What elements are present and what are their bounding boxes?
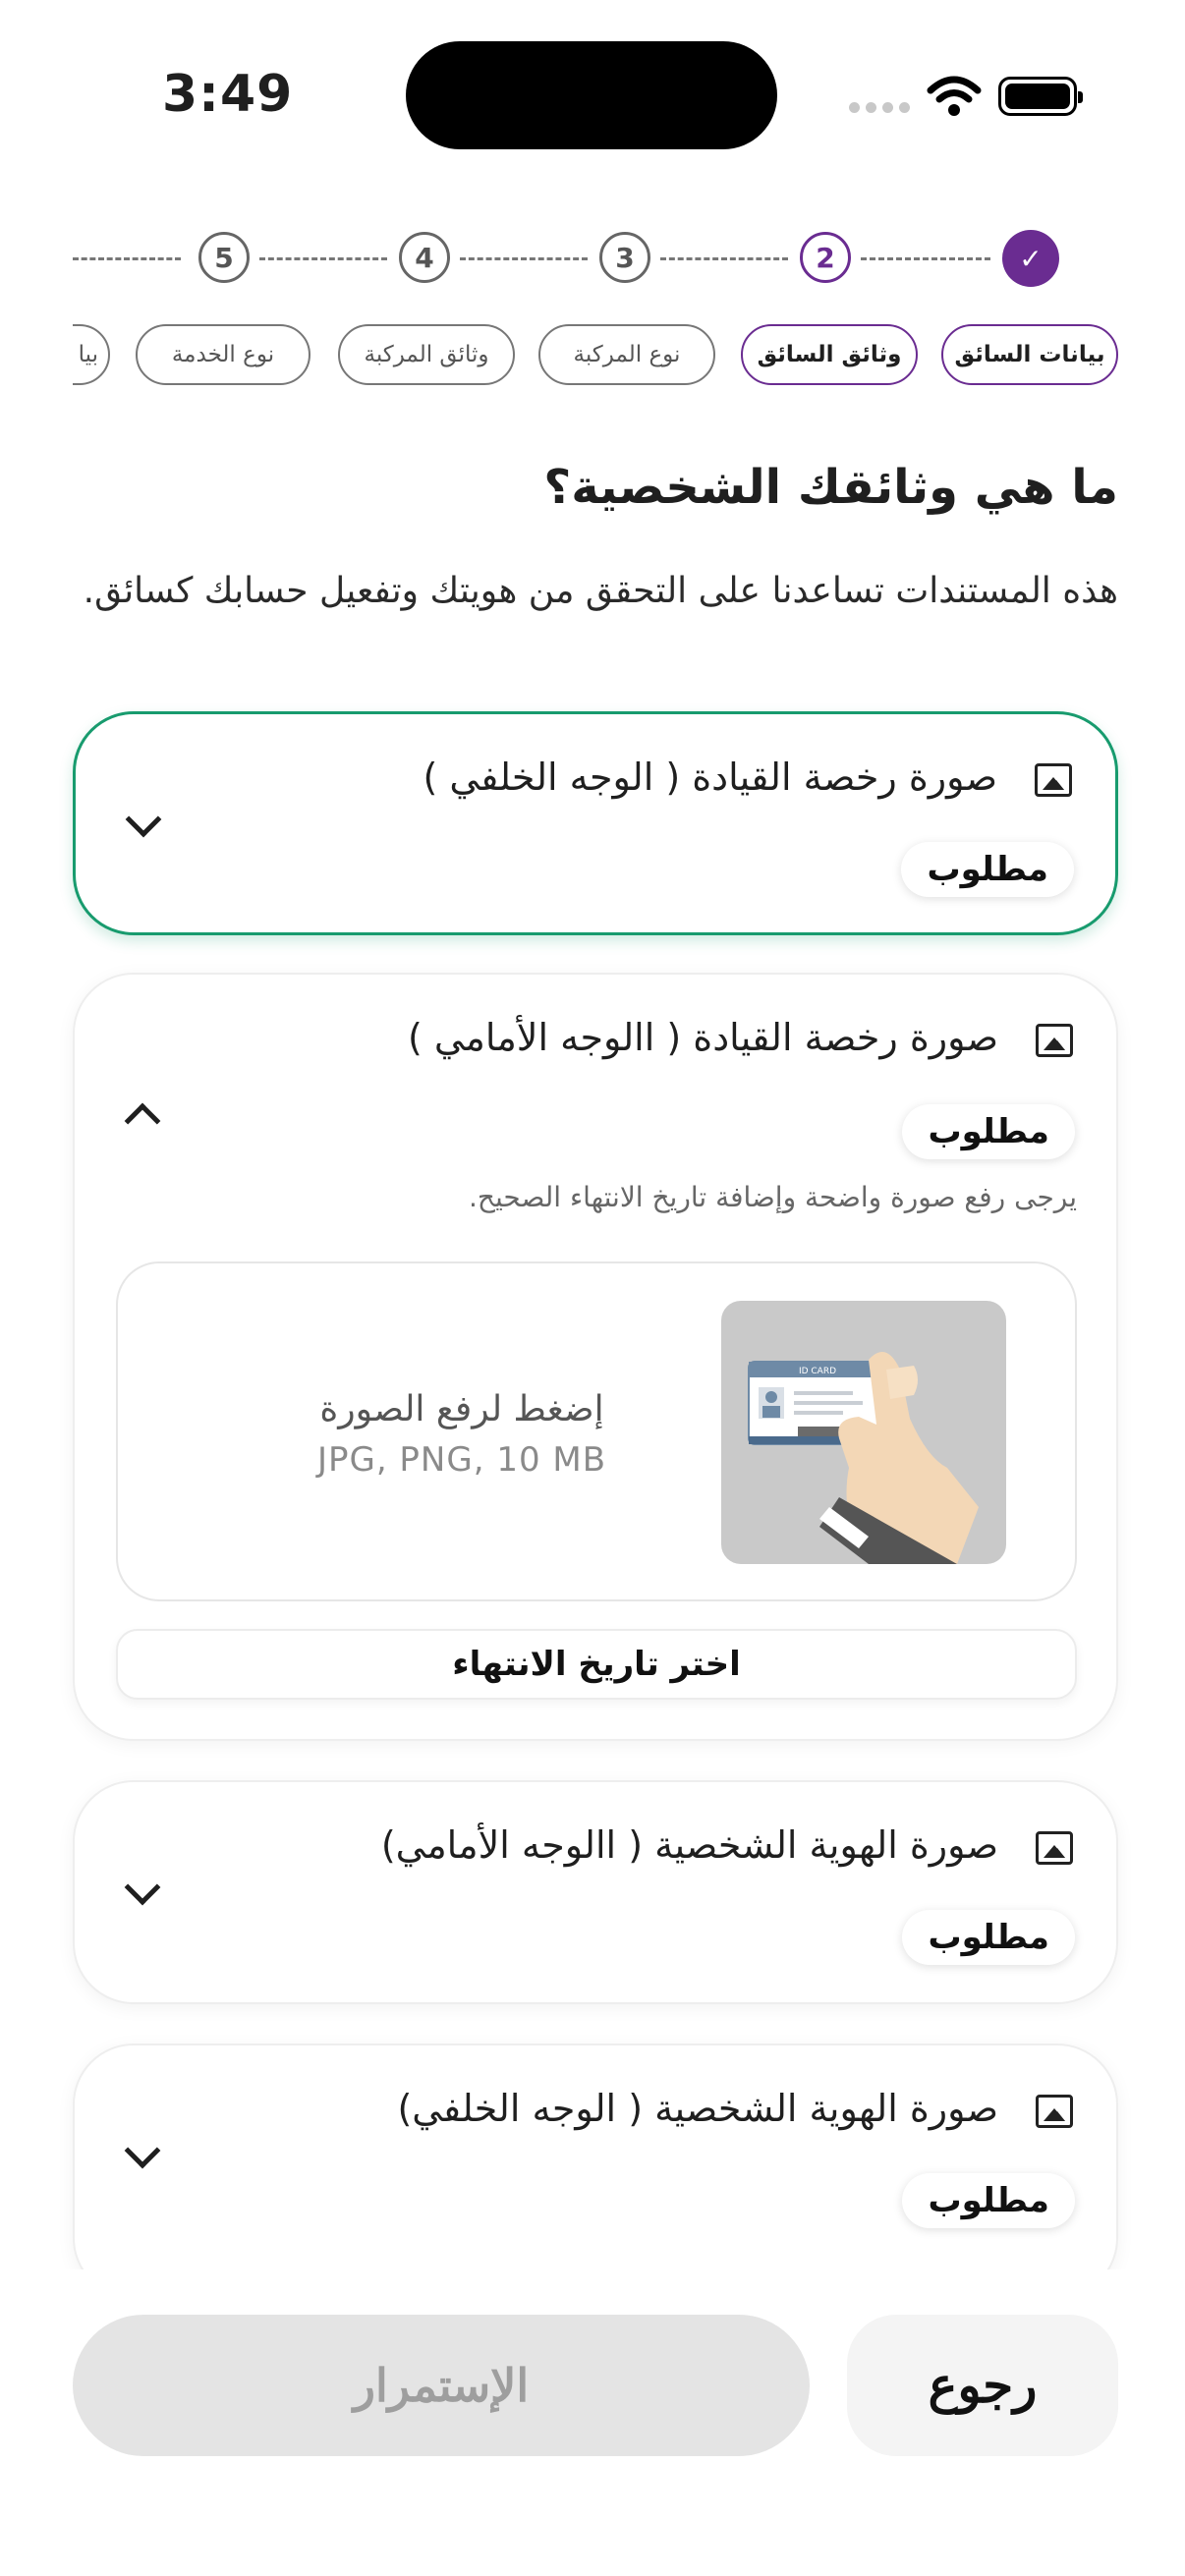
step-2-current: 2 <box>800 232 851 283</box>
image-icon <box>1036 1024 1073 1057</box>
document-card-id-back[interactable]: صورة الهوية الشخصية ( الوجه الخلفي) مطلو… <box>73 2044 1118 2299</box>
back-button[interactable]: رجوع <box>847 2315 1118 2456</box>
dynamic-island <box>406 41 777 149</box>
step-tabs: بيا نوع الخدمة وثائق المركبة نوع المركبة… <box>73 324 1120 389</box>
document-title: صورة رخصة القيادة ( االوجه الأمامي ) <box>407 1016 998 1059</box>
page-subtitle: هذه المستندات تساعدنا على التحقق من هويت… <box>83 571 1118 611</box>
continue-button[interactable]: الإستمرار <box>73 2315 810 2456</box>
tab-partial[interactable]: بيا <box>73 324 110 385</box>
cellular-signal-icon <box>849 102 910 113</box>
photo-upload-area[interactable]: ID CARD إضغط لرفع الصورة JPG, PNG, 10 MB <box>116 1261 1077 1601</box>
id-card-illustration: ID CARD <box>721 1301 1006 1564</box>
step-connector <box>861 257 990 260</box>
required-badge: مطلوب <box>902 2173 1075 2228</box>
upload-label: إضغط لرفع الصورة <box>319 1389 604 1429</box>
chevron-down-icon[interactable] <box>125 801 162 838</box>
upload-formats: JPG, PNG, 10 MB <box>316 1440 607 1480</box>
image-icon <box>1035 763 1072 797</box>
chevron-down-icon[interactable] <box>124 1869 161 1906</box>
chevron-up-icon[interactable] <box>124 1102 161 1140</box>
step-4: 4 <box>399 232 450 283</box>
document-title: صورة الهوية الشخصية ( االوجه الأمامي) <box>380 1823 998 1867</box>
id-card-label: ID CARD <box>799 1367 836 1376</box>
image-icon <box>1036 1831 1073 1865</box>
image-icon <box>1036 2095 1073 2128</box>
step-5: 5 <box>198 232 250 283</box>
progress-stepper: 5 4 3 2 ✓ <box>73 230 1114 287</box>
chevron-down-icon[interactable] <box>124 2132 161 2169</box>
required-badge: مطلوب <box>902 1910 1075 1965</box>
step-1-completed-check-icon: ✓ <box>1002 230 1059 287</box>
upload-hint: يرجى رفع صورة واضحة وإضافة تاريخ الانتها… <box>469 1181 1077 1213</box>
tab-vehicle-documents[interactable]: وثائق المركبة <box>338 324 515 385</box>
select-expiry-date-button[interactable]: اختر تاريخ الانتهاء <box>116 1629 1077 1700</box>
document-title: صورة الهوية الشخصية ( الوجه الخلفي) <box>397 2087 998 2130</box>
tab-vehicle-type[interactable]: نوع المركبة <box>538 324 715 385</box>
required-badge: مطلوب <box>901 842 1074 897</box>
required-badge: مطلوب <box>902 1104 1075 1159</box>
document-card-license-front: صورة رخصة القيادة ( االوجه الأمامي ) مطل… <box>73 973 1118 1741</box>
step-connector <box>259 257 387 260</box>
tab-driver-info[interactable]: بيانات السائق <box>941 324 1118 385</box>
step-connector <box>460 257 588 260</box>
step-connector <box>73 257 181 260</box>
tab-driver-documents[interactable]: وثائق السائق <box>741 324 918 385</box>
tab-service-type[interactable]: نوع الخدمة <box>136 324 310 385</box>
document-card-license-back[interactable]: صورة رخصة القيادة ( الوجه الخلفي ) مطلوب <box>73 711 1118 935</box>
step-connector <box>660 257 788 260</box>
document-title: صورة رخصة القيادة ( الوجه الخلفي ) <box>423 756 997 799</box>
wifi-icon <box>927 76 982 116</box>
page-title: ما هي وثائقك الشخصية؟ <box>543 460 1118 515</box>
document-card-id-front[interactable]: صورة الهوية الشخصية ( االوجه الأمامي) مط… <box>73 1780 1118 2004</box>
status-time: 3:49 <box>162 65 294 124</box>
step-3: 3 <box>599 232 650 283</box>
battery-icon <box>998 77 1083 116</box>
